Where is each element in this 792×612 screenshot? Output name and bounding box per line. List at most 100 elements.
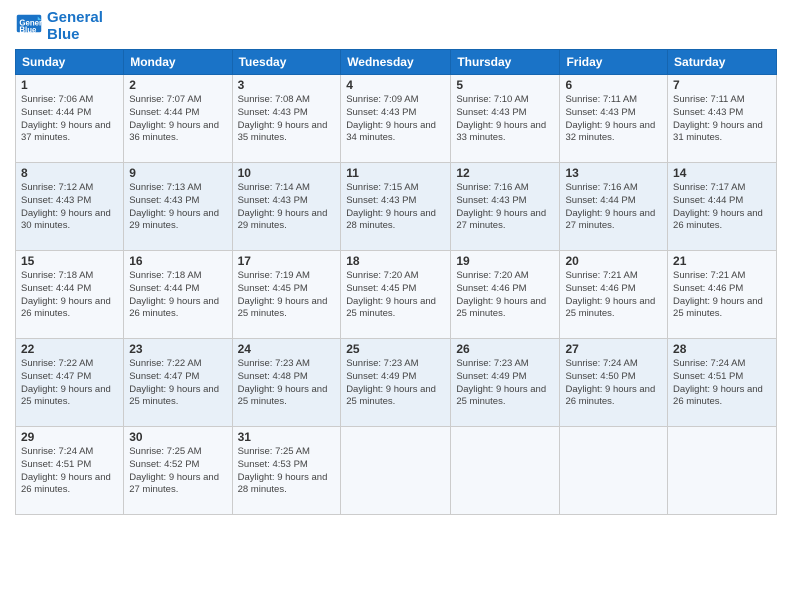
day-info: Sunrise: 7:09 AMSunset: 4:43 PMDaylight:… [346, 94, 445, 145]
day-info: Sunrise: 7:24 AMSunset: 4:50 PMDaylight:… [565, 358, 662, 409]
day-info: Sunrise: 7:24 AMSunset: 4:51 PMDaylight:… [21, 446, 118, 497]
svg-text:Blue: Blue [19, 25, 37, 34]
day-cell: 31 Sunrise: 7:25 AMSunset: 4:53 PMDaylig… [232, 427, 341, 515]
day-cell: 3 Sunrise: 7:08 AMSunset: 4:43 PMDayligh… [232, 75, 341, 163]
day-number: 25 [346, 342, 445, 356]
day-number: 16 [129, 254, 226, 268]
day-number: 17 [238, 254, 336, 268]
day-info: Sunrise: 7:23 AMSunset: 4:48 PMDaylight:… [238, 358, 336, 409]
day-number: 5 [456, 78, 554, 92]
day-cell: 25 Sunrise: 7:23 AMSunset: 4:49 PMDaylig… [341, 339, 451, 427]
week-row-5: 29 Sunrise: 7:24 AMSunset: 4:51 PMDaylig… [16, 427, 777, 515]
day-info: Sunrise: 7:16 AMSunset: 4:44 PMDaylight:… [565, 182, 662, 233]
day-info: Sunrise: 7:17 AMSunset: 4:44 PMDaylight:… [673, 182, 771, 233]
day-cell: 22 Sunrise: 7:22 AMSunset: 4:47 PMDaylig… [16, 339, 124, 427]
day-cell [451, 427, 560, 515]
day-info: Sunrise: 7:12 AMSunset: 4:43 PMDaylight:… [21, 182, 118, 233]
weekday-header-tuesday: Tuesday [232, 50, 341, 75]
day-info: Sunrise: 7:15 AMSunset: 4:43 PMDaylight:… [346, 182, 445, 233]
day-number: 6 [565, 78, 662, 92]
week-row-1: 1 Sunrise: 7:06 AMSunset: 4:44 PMDayligh… [16, 75, 777, 163]
day-cell: 4 Sunrise: 7:09 AMSunset: 4:43 PMDayligh… [341, 75, 451, 163]
day-cell: 7 Sunrise: 7:11 AMSunset: 4:43 PMDayligh… [668, 75, 777, 163]
weekday-header-friday: Friday [560, 50, 668, 75]
day-cell: 20 Sunrise: 7:21 AMSunset: 4:46 PMDaylig… [560, 251, 668, 339]
day-number: 14 [673, 166, 771, 180]
week-row-3: 15 Sunrise: 7:18 AMSunset: 4:44 PMDaylig… [16, 251, 777, 339]
day-number: 30 [129, 430, 226, 444]
day-cell: 18 Sunrise: 7:20 AMSunset: 4:45 PMDaylig… [341, 251, 451, 339]
day-cell: 9 Sunrise: 7:13 AMSunset: 4:43 PMDayligh… [124, 163, 232, 251]
day-number: 19 [456, 254, 554, 268]
day-info: Sunrise: 7:22 AMSunset: 4:47 PMDaylight:… [129, 358, 226, 409]
day-cell: 28 Sunrise: 7:24 AMSunset: 4:51 PMDaylig… [668, 339, 777, 427]
calendar-table: SundayMondayTuesdayWednesdayThursdayFrid… [15, 49, 777, 515]
day-cell: 11 Sunrise: 7:15 AMSunset: 4:43 PMDaylig… [341, 163, 451, 251]
day-number: 11 [346, 166, 445, 180]
day-number: 12 [456, 166, 554, 180]
day-number: 24 [238, 342, 336, 356]
day-cell [560, 427, 668, 515]
day-cell: 13 Sunrise: 7:16 AMSunset: 4:44 PMDaylig… [560, 163, 668, 251]
day-info: Sunrise: 7:25 AMSunset: 4:53 PMDaylight:… [238, 446, 336, 497]
day-info: Sunrise: 7:10 AMSunset: 4:43 PMDaylight:… [456, 94, 554, 145]
logo-text: General Blue [47, 10, 103, 43]
day-cell: 19 Sunrise: 7:20 AMSunset: 4:46 PMDaylig… [451, 251, 560, 339]
day-number: 8 [21, 166, 118, 180]
day-info: Sunrise: 7:21 AMSunset: 4:46 PMDaylight:… [673, 270, 771, 321]
day-info: Sunrise: 7:14 AMSunset: 4:43 PMDaylight:… [238, 182, 336, 233]
day-cell: 27 Sunrise: 7:24 AMSunset: 4:50 PMDaylig… [560, 339, 668, 427]
day-number: 3 [238, 78, 336, 92]
day-cell [341, 427, 451, 515]
day-cell: 12 Sunrise: 7:16 AMSunset: 4:43 PMDaylig… [451, 163, 560, 251]
day-info: Sunrise: 7:18 AMSunset: 4:44 PMDaylight:… [129, 270, 226, 321]
day-cell [668, 427, 777, 515]
day-info: Sunrise: 7:23 AMSunset: 4:49 PMDaylight:… [456, 358, 554, 409]
day-cell: 16 Sunrise: 7:18 AMSunset: 4:44 PMDaylig… [124, 251, 232, 339]
day-info: Sunrise: 7:20 AMSunset: 4:45 PMDaylight:… [346, 270, 445, 321]
day-info: Sunrise: 7:25 AMSunset: 4:52 PMDaylight:… [129, 446, 226, 497]
day-cell: 26 Sunrise: 7:23 AMSunset: 4:49 PMDaylig… [451, 339, 560, 427]
weekday-header-row: SundayMondayTuesdayWednesdayThursdayFrid… [16, 50, 777, 75]
day-info: Sunrise: 7:22 AMSunset: 4:47 PMDaylight:… [21, 358, 118, 409]
day-cell: 15 Sunrise: 7:18 AMSunset: 4:44 PMDaylig… [16, 251, 124, 339]
day-cell: 8 Sunrise: 7:12 AMSunset: 4:43 PMDayligh… [16, 163, 124, 251]
day-cell: 29 Sunrise: 7:24 AMSunset: 4:51 PMDaylig… [16, 427, 124, 515]
logo-icon: General Blue [15, 13, 43, 41]
day-cell: 17 Sunrise: 7:19 AMSunset: 4:45 PMDaylig… [232, 251, 341, 339]
day-cell: 5 Sunrise: 7:10 AMSunset: 4:43 PMDayligh… [451, 75, 560, 163]
day-cell: 6 Sunrise: 7:11 AMSunset: 4:43 PMDayligh… [560, 75, 668, 163]
day-number: 10 [238, 166, 336, 180]
day-info: Sunrise: 7:06 AMSunset: 4:44 PMDaylight:… [21, 94, 118, 145]
day-cell: 14 Sunrise: 7:17 AMSunset: 4:44 PMDaylig… [668, 163, 777, 251]
day-number: 13 [565, 166, 662, 180]
weekday-header-monday: Monday [124, 50, 232, 75]
day-info: Sunrise: 7:21 AMSunset: 4:46 PMDaylight:… [565, 270, 662, 321]
day-number: 23 [129, 342, 226, 356]
day-info: Sunrise: 7:23 AMSunset: 4:49 PMDaylight:… [346, 358, 445, 409]
day-number: 7 [673, 78, 771, 92]
day-info: Sunrise: 7:20 AMSunset: 4:46 PMDaylight:… [456, 270, 554, 321]
weekday-header-sunday: Sunday [16, 50, 124, 75]
logo: General Blue General Blue [15, 10, 103, 43]
day-cell: 2 Sunrise: 7:07 AMSunset: 4:44 PMDayligh… [124, 75, 232, 163]
day-number: 21 [673, 254, 771, 268]
calendar-page: General Blue General Blue SundayMondayTu… [0, 0, 792, 612]
day-number: 20 [565, 254, 662, 268]
day-cell: 24 Sunrise: 7:23 AMSunset: 4:48 PMDaylig… [232, 339, 341, 427]
day-info: Sunrise: 7:07 AMSunset: 4:44 PMDaylight:… [129, 94, 226, 145]
day-info: Sunrise: 7:16 AMSunset: 4:43 PMDaylight:… [456, 182, 554, 233]
day-info: Sunrise: 7:19 AMSunset: 4:45 PMDaylight:… [238, 270, 336, 321]
day-number: 28 [673, 342, 771, 356]
week-row-2: 8 Sunrise: 7:12 AMSunset: 4:43 PMDayligh… [16, 163, 777, 251]
day-number: 4 [346, 78, 445, 92]
day-number: 26 [456, 342, 554, 356]
day-info: Sunrise: 7:13 AMSunset: 4:43 PMDaylight:… [129, 182, 226, 233]
day-info: Sunrise: 7:18 AMSunset: 4:44 PMDaylight:… [21, 270, 118, 321]
day-number: 1 [21, 78, 118, 92]
day-number: 29 [21, 430, 118, 444]
day-info: Sunrise: 7:24 AMSunset: 4:51 PMDaylight:… [673, 358, 771, 409]
weekday-header-thursday: Thursday [451, 50, 560, 75]
weekday-header-wednesday: Wednesday [341, 50, 451, 75]
week-row-4: 22 Sunrise: 7:22 AMSunset: 4:47 PMDaylig… [16, 339, 777, 427]
